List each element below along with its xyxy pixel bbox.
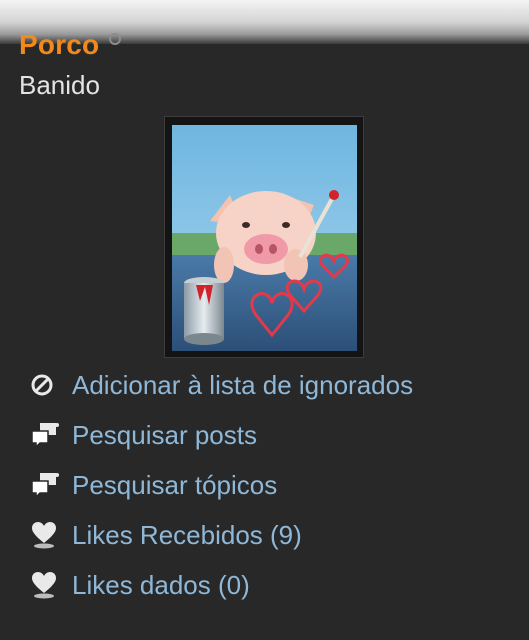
- search-topics-icon: [30, 471, 62, 499]
- likes-received-label[interactable]: Likes Recebidos (9): [72, 520, 302, 551]
- username-link[interactable]: Porco: [19, 29, 99, 61]
- pig-avatar-image: [172, 125, 357, 351]
- likes-given-label[interactable]: Likes dados (0): [72, 570, 250, 601]
- offline-status-icon: [109, 33, 122, 45]
- search-topics-label[interactable]: Pesquisar tópicos: [72, 470, 277, 501]
- ignore-user-link[interactable]: Adicionar à lista de ignorados: [30, 360, 413, 410]
- search-posts-label[interactable]: Pesquisar posts: [72, 420, 257, 451]
- heart-user-icon: [30, 571, 62, 599]
- avatar[interactable]: [164, 116, 364, 358]
- search-posts-icon: [30, 421, 62, 449]
- username-row: Porco: [19, 27, 122, 63]
- heart-user-icon: [30, 521, 62, 549]
- search-topics-link[interactable]: Pesquisar tópicos: [30, 460, 413, 510]
- ignore-icon: [30, 371, 62, 399]
- likes-given-link[interactable]: Likes dados (0): [30, 560, 413, 610]
- ignore-user-label[interactable]: Adicionar à lista de ignorados: [72, 370, 413, 401]
- user-title: Banido: [19, 70, 100, 100]
- search-posts-link[interactable]: Pesquisar posts: [30, 410, 413, 460]
- member-actions-list: Adicionar à lista de ignorados Pesquisar…: [30, 360, 413, 610]
- likes-received-link[interactable]: Likes Recebidos (9): [30, 510, 413, 560]
